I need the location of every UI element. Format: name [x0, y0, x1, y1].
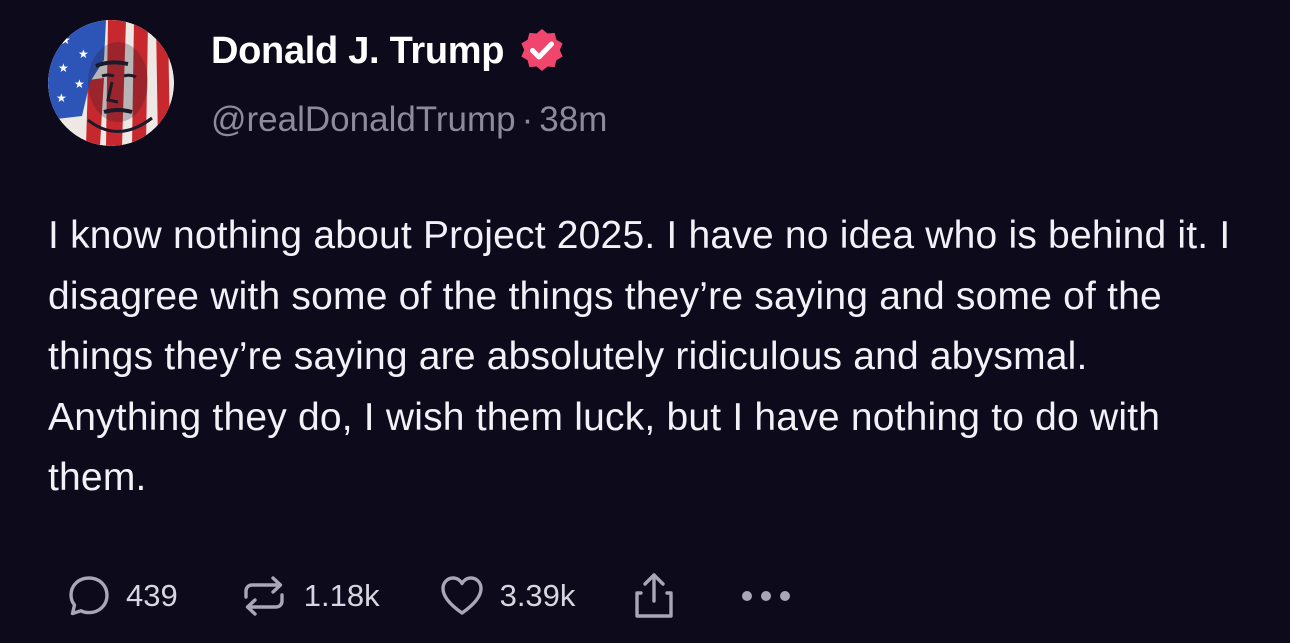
- more-dots-icon: [739, 586, 793, 606]
- reply-count: 439: [126, 578, 178, 613]
- post-card: ★ ★ ★ ★ ★ Donald J. Trump @realDonaldTru…: [0, 0, 1290, 643]
- author-handle[interactable]: @realDonaldTrump: [211, 100, 516, 139]
- author-name-row: Donald J. Trump: [211, 28, 566, 74]
- svg-text:★: ★: [78, 47, 89, 61]
- share-upload-icon: [631, 571, 677, 621]
- author-display-name[interactable]: Donald J. Trump: [211, 28, 505, 74]
- repost-count: 1.18k: [303, 578, 380, 613]
- verified-badge-icon: [518, 27, 566, 75]
- repost-arrows-icon: [238, 573, 290, 619]
- heart-outline-icon: [438, 573, 486, 619]
- post-timestamp[interactable]: 38m: [539, 100, 607, 139]
- more-options-button[interactable]: [739, 586, 793, 606]
- reply-button[interactable]: 439: [66, 573, 178, 619]
- svg-text:★: ★: [60, 33, 71, 47]
- svg-text:★: ★: [74, 77, 85, 91]
- post-body-text: I know nothing about Project 2025. I hav…: [48, 214, 1231, 499]
- speech-bubble-icon: [66, 573, 112, 619]
- post-actions-bar: 439 1.18k 3.39k: [66, 568, 793, 624]
- like-button[interactable]: 3.39k: [438, 573, 576, 619]
- svg-text:★: ★: [56, 91, 67, 105]
- author-meta: @realDonaldTrump · 38m: [211, 98, 607, 142]
- meta-separator: ·: [521, 100, 534, 139]
- author-avatar[interactable]: ★ ★ ★ ★ ★: [48, 20, 174, 146]
- repost-button[interactable]: 1.18k: [238, 573, 380, 619]
- like-count: 3.39k: [499, 578, 576, 613]
- svg-text:★: ★: [58, 61, 69, 75]
- share-button[interactable]: [631, 571, 677, 621]
